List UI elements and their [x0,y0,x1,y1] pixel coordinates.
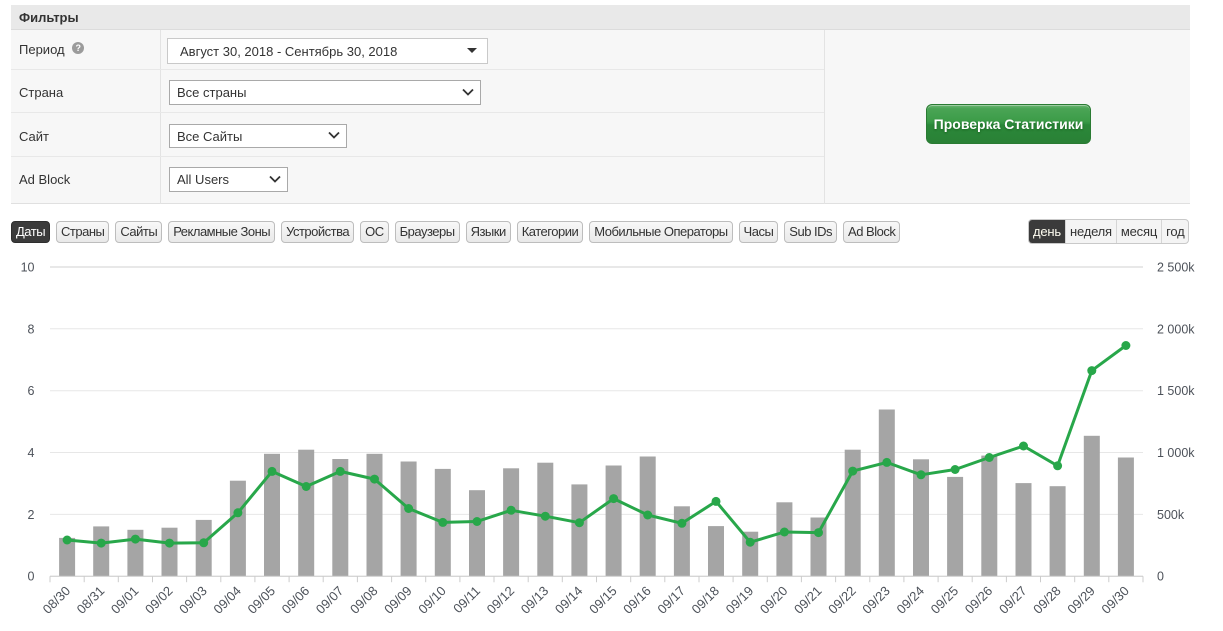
svg-text:09/12: 09/12 [484,583,518,617]
svg-text:09/21: 09/21 [791,583,825,617]
svg-text:2 000k: 2 000k [1157,322,1195,336]
svg-text:09/24: 09/24 [894,583,928,617]
svg-text:09/13: 09/13 [518,583,552,617]
svg-text:500k: 500k [1157,508,1185,522]
svg-text:09/28: 09/28 [1030,583,1064,617]
svg-text:4: 4 [28,446,35,460]
svg-text:09/17: 09/17 [654,583,688,617]
svg-text:09/23: 09/23 [859,583,893,617]
svg-text:0: 0 [28,570,35,584]
svg-text:09/25: 09/25 [928,583,962,617]
svg-text:0: 0 [1157,570,1164,584]
svg-text:09/05: 09/05 [245,583,279,617]
svg-text:09/15: 09/15 [586,583,620,617]
svg-text:08/30: 08/30 [40,583,74,617]
svg-text:09/30: 09/30 [1098,583,1132,617]
svg-text:09/02: 09/02 [142,583,176,617]
svg-text:09/27: 09/27 [996,583,1030,617]
svg-text:2 500k: 2 500k [1157,261,1195,275]
svg-text:09/09: 09/09 [381,583,415,617]
svg-text:09/11: 09/11 [450,583,483,616]
svg-text:09/19: 09/19 [723,583,757,617]
svg-text:10: 10 [21,261,35,275]
svg-text:6: 6 [28,384,35,398]
svg-text:09/06: 09/06 [279,583,313,617]
svg-text:09/01: 09/01 [108,583,142,617]
svg-text:09/04: 09/04 [210,583,244,617]
svg-text:09/26: 09/26 [962,583,996,617]
svg-text:09/08: 09/08 [347,583,381,617]
svg-text:09/20: 09/20 [757,583,791,617]
svg-text:09/16: 09/16 [620,583,654,617]
svg-text:09/29: 09/29 [1064,583,1098,617]
svg-text:09/03: 09/03 [176,583,210,617]
svg-text:09/18: 09/18 [689,583,723,617]
svg-text:09/07: 09/07 [313,583,347,617]
svg-text:08/31: 08/31 [74,583,108,617]
svg-text:1 500k: 1 500k [1157,384,1195,398]
svg-text:8: 8 [28,322,35,336]
svg-text:09/22: 09/22 [825,583,859,617]
svg-text:09/10: 09/10 [415,583,449,617]
svg-text:2: 2 [28,508,35,522]
svg-text:09/14: 09/14 [552,583,586,617]
svg-text:1 000k: 1 000k [1157,446,1195,460]
